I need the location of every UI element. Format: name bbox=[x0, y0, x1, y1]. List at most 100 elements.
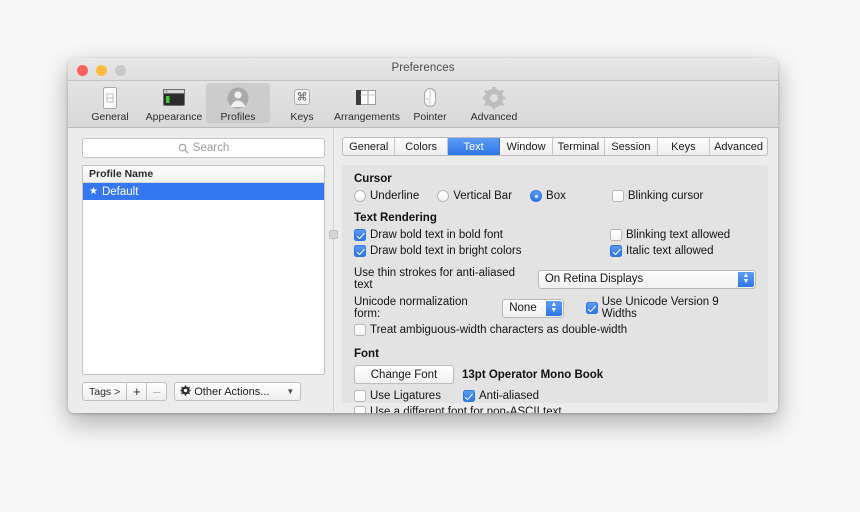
toolbar-item-label: General bbox=[91, 111, 129, 123]
settings-pane: General Colors Text Window Terminal Sess… bbox=[334, 128, 778, 413]
text-settings-panel: Cursor Underline Vertical Bar Box Blinki… bbox=[342, 165, 768, 413]
tab-terminal[interactable]: Terminal bbox=[553, 138, 606, 155]
thin-strokes-value: On Retina Displays bbox=[544, 273, 644, 285]
toolbar-item-pointer[interactable]: Pointer bbox=[398, 83, 462, 123]
radio-box[interactable] bbox=[530, 190, 543, 202]
profiles-sidebar: Search Profile Name ★ Default Tags > + – bbox=[68, 128, 333, 412]
tab-keys[interactable]: Keys bbox=[658, 138, 711, 155]
tab-general[interactable]: General bbox=[343, 138, 396, 155]
tab-text[interactable]: Text bbox=[447, 138, 501, 155]
profile-list-row-default[interactable]: ★ Default bbox=[83, 183, 324, 200]
checkbox-blinking-text-allowed-label: Blinking text allowed bbox=[626, 229, 731, 241]
checkbox-blinking-cursor[interactable] bbox=[611, 190, 624, 202]
checkbox-use-ligatures[interactable] bbox=[354, 390, 366, 402]
keys-icon: ⌘ bbox=[270, 85, 334, 110]
row-draw-bold-bright-colors: Draw bold text in bright colors bbox=[354, 245, 594, 257]
radio-vertical-bar[interactable] bbox=[437, 190, 450, 202]
checkbox-different-font-non-ascii-label: Use a different font for non-ASCII text bbox=[370, 406, 562, 413]
checkbox-blinking-text-allowed[interactable] bbox=[610, 229, 622, 241]
checkbox-different-font-non-ascii[interactable] bbox=[354, 406, 366, 413]
checkbox-anti-aliased[interactable] bbox=[462, 390, 475, 402]
thin-strokes-label: Use thin strokes for anti-aliased text bbox=[354, 267, 516, 291]
row-blinking-text-allowed: Blinking text allowed bbox=[610, 229, 730, 241]
checkbox-draw-bold-in-bright-colors[interactable] bbox=[354, 245, 366, 257]
stepper-arrows-icon: ▲ ▼ bbox=[738, 271, 754, 287]
svg-text:⌘: ⌘ bbox=[297, 91, 308, 103]
tags-button[interactable]: Tags > bbox=[82, 382, 128, 401]
pane-splitter[interactable] bbox=[329, 128, 338, 412]
profile-row-name: Default bbox=[101, 185, 139, 198]
checkbox-draw-bold-in-bold-font[interactable] bbox=[354, 229, 366, 241]
window-title: Preferences bbox=[391, 62, 455, 74]
gear-icon bbox=[180, 384, 191, 399]
profile-name-column-header[interactable]: Profile Name bbox=[83, 166, 324, 183]
current-font-label: 13pt Operator Mono Book bbox=[462, 368, 604, 381]
remove-profile-button[interactable]: – bbox=[147, 382, 168, 401]
toolbar-item-label: Advanced bbox=[470, 111, 518, 123]
toolbar-item-label: Arrangements bbox=[334, 111, 400, 123]
window-body: Search Profile Name ★ Default Tags > + – bbox=[68, 128, 778, 413]
tab-advanced[interactable]: Advanced bbox=[710, 138, 767, 155]
thin-strokes-dropdown[interactable]: On Retina Displays ▲ ▼ bbox=[537, 269, 756, 289]
toolbar-item-label: Keys bbox=[290, 111, 314, 123]
row-italic-text-allowed: Italic text allowed bbox=[610, 245, 730, 257]
row-change-font: Change Font 13pt Operator Mono Book bbox=[354, 365, 756, 384]
settings-tab-bar: General Colors Text Window Terminal Sess… bbox=[342, 137, 768, 156]
preferences-window: Preferences General Appearance Profiles … bbox=[68, 58, 778, 413]
toolbar-item-appearance[interactable]: Appearance bbox=[142, 83, 206, 123]
toolbar-item-profiles[interactable]: Profiles bbox=[206, 83, 270, 123]
profile-list-controls: Tags > + – Other Actions... ▼ bbox=[82, 382, 325, 401]
star-icon: ★ bbox=[89, 186, 98, 197]
checkbox-ambiguous-width-double-label: Treat ambiguous-width characters as doub… bbox=[370, 324, 628, 336]
toolbar-item-advanced[interactable]: Advanced bbox=[462, 83, 526, 123]
checkbox-anti-aliased-label: Anti-aliased bbox=[478, 390, 540, 402]
stepper-arrows-icon: ▲ ▼ bbox=[545, 300, 562, 316]
toolbar-item-general[interactable]: General bbox=[78, 83, 142, 123]
other-actions-dropdown[interactable]: Other Actions... ▼ bbox=[174, 382, 302, 401]
window-titlebar: Preferences bbox=[68, 58, 778, 81]
radio-box-label: Box bbox=[546, 190, 566, 202]
radio-underline[interactable] bbox=[354, 190, 366, 202]
checkbox-italic-text-allowed-label: Italic text allowed bbox=[626, 245, 714, 257]
toolbar-item-keys[interactable]: ⌘ Keys bbox=[270, 83, 334, 123]
row-non-ascii-font: Use a different font for non-ASCII text bbox=[354, 406, 756, 413]
pointer-icon bbox=[398, 85, 462, 110]
font-section-title: Font bbox=[354, 348, 379, 360]
chevron-down-icon: ▼ bbox=[286, 387, 295, 396]
checkbox-use-unicode-9-widths-label: Use Unicode Version 9 Widths bbox=[601, 296, 719, 320]
unicode-normalization-value: None bbox=[509, 302, 537, 314]
advanced-icon bbox=[462, 85, 526, 110]
checkbox-draw-bold-in-bold-font-label: Draw bold text in bold font bbox=[370, 229, 503, 241]
text-rendering-section-title: Text Rendering bbox=[354, 212, 437, 224]
appearance-icon bbox=[142, 85, 206, 110]
radio-underline-label: Underline bbox=[370, 190, 420, 202]
checkbox-ambiguous-width-double[interactable] bbox=[354, 324, 366, 336]
row-ligatures-antialiased: Use Ligatures Anti-aliased bbox=[354, 390, 756, 402]
row-ambiguous-width: Treat ambiguous-width characters as doub… bbox=[354, 324, 756, 336]
toolbar-item-label: Profiles bbox=[220, 111, 256, 123]
checkbox-draw-bold-in-bright-colors-label: Draw bold text in bright colors bbox=[370, 245, 522, 257]
text-rendering-checkbox-grid: Draw bold text in bold font Draw bold te… bbox=[354, 229, 756, 261]
toolbar-item-arrangements[interactable]: Arrangements bbox=[334, 83, 400, 123]
splitter-handle[interactable] bbox=[329, 230, 338, 239]
text-rendering-right-column: Blinking text allowed Italic text allowe… bbox=[610, 229, 730, 261]
row-draw-bold-bold-font: Draw bold text in bold font bbox=[354, 229, 594, 241]
profile-list-table[interactable]: Profile Name ★ Default bbox=[82, 165, 325, 375]
cursor-options-row: Underline Vertical Bar Box Blinking curs… bbox=[354, 190, 756, 202]
tab-session[interactable]: Session bbox=[605, 138, 658, 155]
tab-window[interactable]: Window bbox=[500, 138, 553, 155]
tab-colors[interactable]: Colors bbox=[395, 138, 448, 155]
unicode-normalization-label: Unicode normalization form: bbox=[354, 296, 468, 320]
unicode-normalization-dropdown[interactable]: None ▲ ▼ bbox=[502, 298, 564, 318]
checkbox-use-unicode-9-widths[interactable] bbox=[585, 302, 598, 314]
search-placeholder: Search bbox=[192, 142, 230, 154]
checkbox-blinking-cursor-label: Blinking cursor bbox=[627, 190, 704, 202]
cursor-section-title: Cursor bbox=[354, 173, 392, 185]
general-icon bbox=[78, 85, 142, 110]
search-input[interactable]: Search bbox=[82, 138, 325, 158]
search-icon bbox=[178, 143, 189, 154]
change-font-button[interactable]: Change Font bbox=[354, 365, 454, 384]
radio-vertical-bar-label: Vertical Bar bbox=[453, 190, 513, 202]
add-profile-button[interactable]: + bbox=[127, 382, 148, 401]
checkbox-italic-text-allowed[interactable] bbox=[610, 245, 622, 257]
